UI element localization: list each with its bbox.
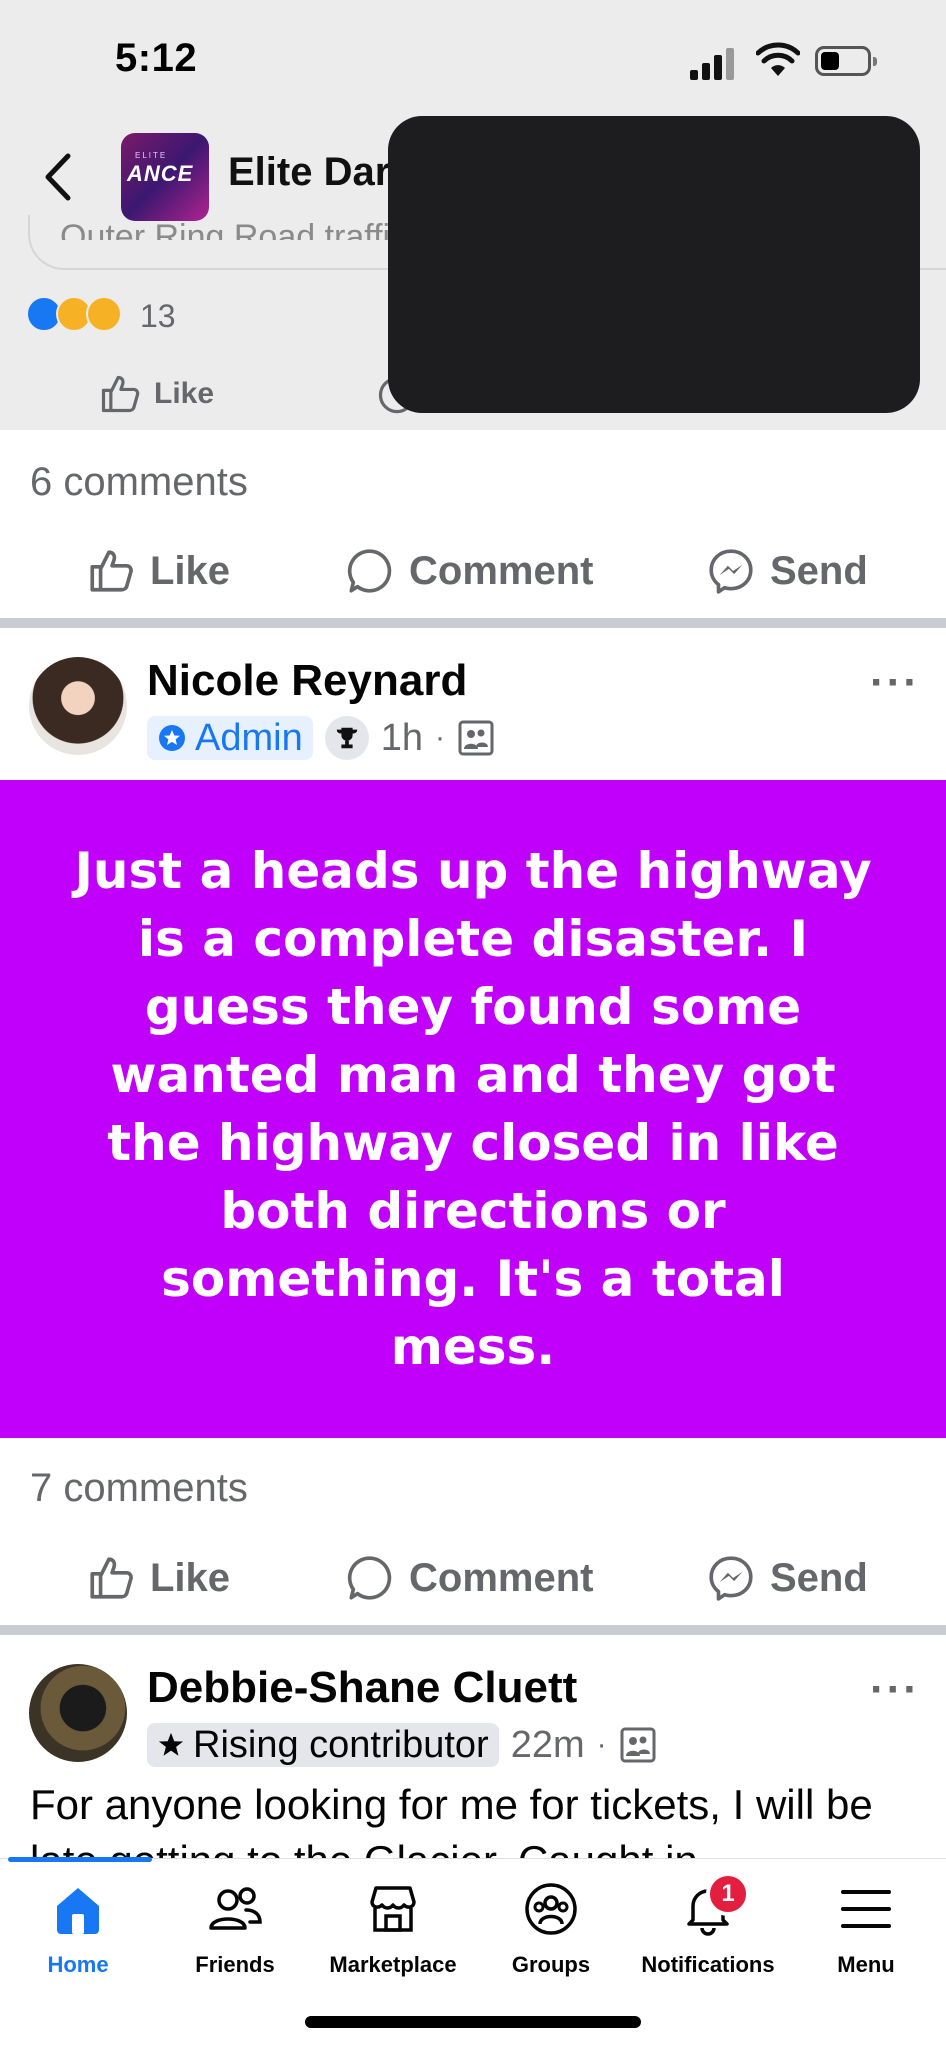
- rising-contributor-badge[interactable]: Rising contributor: [147, 1723, 499, 1767]
- nav-marketplace[interactable]: Marketplace: [318, 1880, 468, 1980]
- comment-button[interactable]: Comment: [345, 531, 593, 611]
- post-time[interactable]: 1h: [381, 717, 423, 760]
- battery-icon: [815, 46, 877, 76]
- nav-menu[interactable]: Menu: [791, 1880, 941, 1980]
- post-actions: Like Comment Send: [0, 531, 946, 611]
- messenger-icon: [709, 549, 753, 594]
- home-icon: [57, 1888, 99, 1934]
- wifi-icon: [756, 42, 800, 76]
- post-divider: [0, 1625, 946, 1635]
- send-button[interactable]: Send: [706, 1538, 868, 1618]
- cellular-signal-icon: [690, 46, 738, 80]
- more-options-icon[interactable]: ···: [870, 658, 920, 708]
- separator-dot: ·: [435, 721, 445, 754]
- admin-badge[interactable]: Admin: [147, 716, 313, 760]
- avatar[interactable]: [29, 1664, 127, 1762]
- nav-friends[interactable]: Friends: [160, 1880, 310, 1980]
- marketplace-icon: [370, 1886, 416, 1932]
- comment-icon: [347, 1556, 392, 1600]
- thumbs-up-icon: [90, 1557, 133, 1599]
- messenger-icon: [709, 1556, 753, 1601]
- post-time[interactable]: 22m: [511, 1724, 585, 1767]
- star-icon: [158, 1732, 184, 1756]
- post-actions: Like Comment Send: [0, 1538, 946, 1618]
- nav-home[interactable]: Home: [3, 1880, 153, 1980]
- post-meta: Rising contributor 22m ·: [147, 1721, 657, 1769]
- nav-groups[interactable]: Groups: [476, 1880, 626, 1980]
- redaction-block: [388, 116, 920, 413]
- comments-count[interactable]: 7 comments: [30, 1466, 248, 1511]
- care-reaction-icon: [86, 296, 122, 332]
- separator-dot: ·: [596, 1728, 607, 1761]
- comment-button[interactable]: Comment: [345, 1538, 593, 1618]
- status-bar: 5:12: [0, 0, 946, 120]
- comment-input-text: Outer Ring Road traffi: [60, 218, 391, 240]
- dim-like-button[interactable]: Like: [98, 372, 214, 416]
- group-name[interactable]: Elite Dar: [228, 150, 390, 195]
- status-time: 5:12: [115, 36, 198, 80]
- reaction-count[interactable]: 13: [140, 298, 176, 335]
- comment-icon: [347, 549, 392, 593]
- group-logo[interactable]: ELITE ANCE: [121, 133, 209, 221]
- post-meta: Admin 1h ·: [147, 714, 495, 762]
- post-divider: [0, 618, 946, 628]
- home-indicator[interactable]: [305, 2016, 641, 2028]
- author-name[interactable]: Debbie-Shane Cluett: [147, 1663, 577, 1713]
- like-button[interactable]: Like: [86, 531, 230, 611]
- post-text-card[interactable]: Just a heads up the highway is a complet…: [0, 780, 946, 1438]
- like-button[interactable]: Like: [86, 1538, 230, 1618]
- thumbs-up-icon: [90, 550, 133, 592]
- avatar[interactable]: [29, 657, 127, 755]
- groups-icon: [525, 1883, 577, 1935]
- author-name[interactable]: Nicole Reynard: [147, 656, 467, 706]
- more-options-icon[interactable]: ···: [870, 1665, 920, 1715]
- group-audience-icon: [458, 720, 494, 756]
- reaction-icons[interactable]: [26, 296, 136, 336]
- trophy-icon[interactable]: [324, 716, 369, 760]
- post-body-text[interactable]: For anyone looking for me for tickets, I…: [30, 1777, 930, 1860]
- dim-like-label: Like: [154, 377, 215, 410]
- thumbs-up-icon: [101, 375, 140, 413]
- group-audience-icon: [620, 1727, 656, 1763]
- admin-star-icon: [159, 725, 185, 751]
- post-card-text: Just a heads up the highway is a complet…: [74, 842, 872, 1376]
- scroll-progress-indicator: [8, 1857, 152, 1862]
- menu-icon: [841, 1890, 891, 1928]
- back-arrow-icon[interactable]: [38, 150, 78, 204]
- comments-count[interactable]: 6 comments: [30, 460, 248, 505]
- notification-count-badge[interactable]: 1: [706, 1872, 750, 1916]
- send-button[interactable]: Send: [706, 531, 868, 611]
- friends-icon: [209, 1887, 262, 1930]
